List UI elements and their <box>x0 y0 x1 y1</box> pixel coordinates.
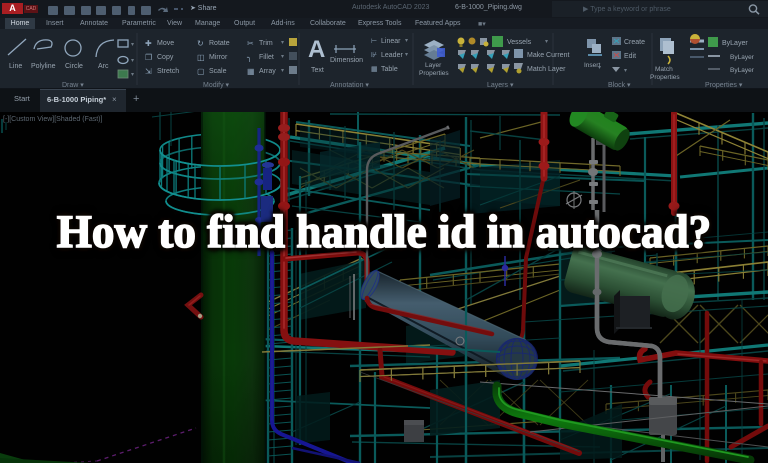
svg-text:Polyline: Polyline <box>31 63 56 70</box>
svg-text:Properties: Properties <box>650 74 680 81</box>
svg-text:Array: Array <box>259 68 276 75</box>
svg-text:⊮: ⊮ <box>371 51 377 59</box>
svg-text:Table: Table <box>381 66 398 73</box>
svg-text:Dimension: Dimension <box>330 57 363 64</box>
svg-text:Scale: Scale <box>209 68 227 75</box>
svg-text:Match: Match <box>655 66 673 73</box>
svg-text:Fillet: Fillet <box>259 54 274 61</box>
svg-text:Make Current: Make Current <box>527 52 569 59</box>
svg-text:✚: ✚ <box>145 39 152 48</box>
svg-text:Edit: Edit <box>624 53 636 60</box>
svg-text:Stretch: Stretch <box>157 68 179 75</box>
svg-text:▾: ▾ <box>131 42 134 48</box>
svg-text:Line: Line <box>9 63 22 70</box>
svg-text:▦: ▦ <box>247 67 255 76</box>
svg-text:▾: ▾ <box>624 68 627 74</box>
svg-text:⊢: ⊢ <box>371 38 377 45</box>
svg-text:◫: ◫ <box>197 53 205 62</box>
svg-text:Linear: Linear <box>381 38 401 45</box>
svg-text:Properties ▾: Properties ▾ <box>705 82 743 89</box>
svg-text:▾: ▾ <box>281 40 284 46</box>
svg-text:▾: ▾ <box>281 68 284 74</box>
svg-text:Properties: Properties <box>419 70 449 77</box>
svg-text:ByLayer: ByLayer <box>730 54 755 61</box>
svg-text:Annotation ▾: Annotation ▾ <box>330 82 369 89</box>
svg-text:Mirror: Mirror <box>209 54 228 61</box>
svg-text:▢: ▢ <box>197 67 205 76</box>
svg-text:▾: ▾ <box>131 58 134 64</box>
svg-text:✂: ✂ <box>247 39 254 48</box>
svg-text:Vessels: Vessels <box>507 39 532 46</box>
svg-text:▾: ▾ <box>281 54 284 60</box>
svg-text:Layers ▾: Layers ▾ <box>487 82 514 89</box>
svg-text:Arc: Arc <box>98 63 109 70</box>
svg-text:Block ▾: Block ▾ <box>608 82 631 89</box>
svg-text:Draw ▾: Draw ▾ <box>62 82 84 89</box>
svg-text:Move: Move <box>157 40 174 47</box>
svg-text:Rotate: Rotate <box>209 40 230 47</box>
svg-text:Match Layer: Match Layer <box>527 66 566 73</box>
svg-text:╮: ╮ <box>246 53 252 62</box>
svg-text:▾: ▾ <box>405 38 408 44</box>
svg-text:Modify ▾: Modify ▾ <box>203 82 230 89</box>
svg-text:▾: ▾ <box>405 52 408 58</box>
svg-text:Copy: Copy <box>157 54 174 61</box>
svg-text:▾: ▾ <box>131 72 134 78</box>
svg-text:▾: ▾ <box>545 39 548 45</box>
svg-text:Layer: Layer <box>425 62 442 69</box>
svg-text:⇲: ⇲ <box>145 67 152 76</box>
svg-text:Create: Create <box>624 39 645 46</box>
svg-text:ByLayer: ByLayer <box>722 40 748 47</box>
svg-text:Leader: Leader <box>381 52 403 59</box>
svg-text:▾: ▾ <box>598 65 601 71</box>
svg-text:❐: ❐ <box>145 53 152 62</box>
svg-text:Trim: Trim <box>259 40 273 47</box>
svg-text:↻: ↻ <box>197 39 204 48</box>
svg-text:A: A <box>308 36 325 63</box>
svg-text:ByLayer: ByLayer <box>730 67 755 74</box>
svg-text:Circle: Circle <box>65 63 83 70</box>
svg-text:Text: Text <box>311 67 324 74</box>
svg-text:▦: ▦ <box>371 66 378 73</box>
